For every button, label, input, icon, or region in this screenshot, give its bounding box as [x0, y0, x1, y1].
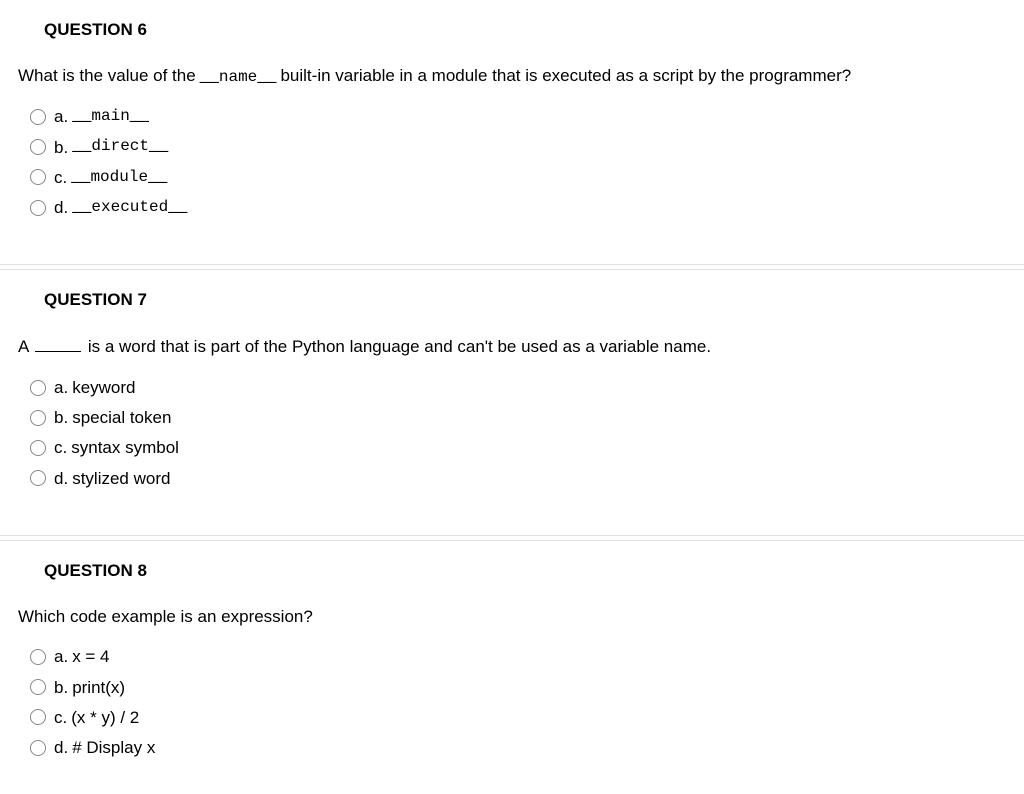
q7-text-c: syntax symbol [71, 434, 179, 461]
q7-option-d: d. stylized word [30, 465, 1024, 492]
q6-text-d: __executed__ [72, 195, 187, 221]
q8-option-d: d. # Display x [30, 734, 1024, 761]
q6-option-a: a. __main__ [30, 103, 1024, 130]
question-6: QUESTION 6 What is the value of the __na… [0, 0, 1024, 254]
q6-radio-d[interactable] [30, 200, 46, 216]
q6-option-c: c. __module__ [30, 164, 1024, 191]
question-7-options: a. keyword b. special token c. syntax sy… [0, 374, 1024, 492]
q7-blank [35, 334, 81, 352]
q8-option-c: c. (x * y) / 2 [30, 704, 1024, 731]
q6-prompt-pre: What is the value of the [18, 64, 196, 88]
q8-letter-c: c. [54, 704, 67, 731]
q7-text-a: keyword [72, 374, 135, 401]
q7-letter-a: a. [54, 374, 68, 401]
q6-text-c: __module__ [71, 165, 167, 191]
question-7-prompt: A is a word that is part of the Python l… [0, 334, 1024, 371]
q8-letter-b: b. [54, 674, 68, 701]
q6-radio-a[interactable] [30, 109, 46, 125]
q8-text-a: x = 4 [72, 643, 109, 670]
divider-2a [0, 535, 1024, 536]
question-8: QUESTION 8 Which code example is an expr… [0, 541, 1024, 794]
q6-option-d: d. __executed__ [30, 194, 1024, 221]
q6-letter-c: c. [54, 164, 67, 191]
q7-prompt-post: is a word that is part of the Python lan… [83, 337, 711, 356]
q7-option-a: a. keyword [30, 374, 1024, 401]
q7-radio-c[interactable] [30, 440, 46, 456]
q7-radio-d[interactable] [30, 470, 46, 486]
q7-radio-a[interactable] [30, 380, 46, 396]
q6-prompt-code: __name__ [200, 66, 277, 88]
q6-text-b: __direct__ [72, 134, 168, 160]
q7-letter-b: b. [54, 404, 68, 431]
q8-text-d: # Display x [72, 734, 155, 761]
q8-radio-b[interactable] [30, 679, 46, 695]
question-6-options: a. __main__ b. __direct__ c. __module__ … [0, 103, 1024, 221]
q8-option-b: b. print(x) [30, 674, 1024, 701]
question-6-header: QUESTION 6 [0, 0, 1024, 64]
q7-text-d: stylized word [72, 465, 170, 492]
q6-text-a: __main__ [72, 104, 149, 130]
q7-option-c: c. syntax symbol [30, 434, 1024, 461]
question-8-options: a. x = 4 b. print(x) c. (x * y) / 2 d. #… [0, 643, 1024, 761]
q6-radio-c[interactable] [30, 169, 46, 185]
q8-letter-d: d. [54, 734, 68, 761]
q6-letter-d: d. [54, 194, 68, 221]
question-6-prompt: What is the value of the __name__ built-… [0, 64, 1024, 100]
q8-text-b: print(x) [72, 674, 125, 701]
q7-letter-c: c. [54, 434, 67, 461]
q7-letter-d: d. [54, 465, 68, 492]
question-7: QUESTION 7 A is a word that is part of t… [0, 270, 1024, 525]
q8-radio-a[interactable] [30, 649, 46, 665]
question-8-prompt: Which code example is an expression? [0, 605, 1024, 641]
divider-1a [0, 264, 1024, 265]
q8-radio-d[interactable] [30, 740, 46, 756]
q8-option-a: a. x = 4 [30, 643, 1024, 670]
q7-option-b: b. special token [30, 404, 1024, 431]
q7-text-b: special token [72, 404, 171, 431]
q6-radio-b[interactable] [30, 139, 46, 155]
q6-letter-a: a. [54, 103, 68, 130]
q7-prompt-pre: A [18, 337, 33, 356]
q8-letter-a: a. [54, 643, 68, 670]
q8-text-c: (x * y) / 2 [71, 704, 139, 731]
q6-prompt-post: built-in variable in a module that is ex… [280, 64, 851, 88]
q8-radio-c[interactable] [30, 709, 46, 725]
question-7-header: QUESTION 7 [0, 270, 1024, 334]
question-8-header: QUESTION 8 [0, 541, 1024, 605]
q7-radio-b[interactable] [30, 410, 46, 426]
q6-letter-b: b. [54, 134, 68, 161]
q6-option-b: b. __direct__ [30, 134, 1024, 161]
